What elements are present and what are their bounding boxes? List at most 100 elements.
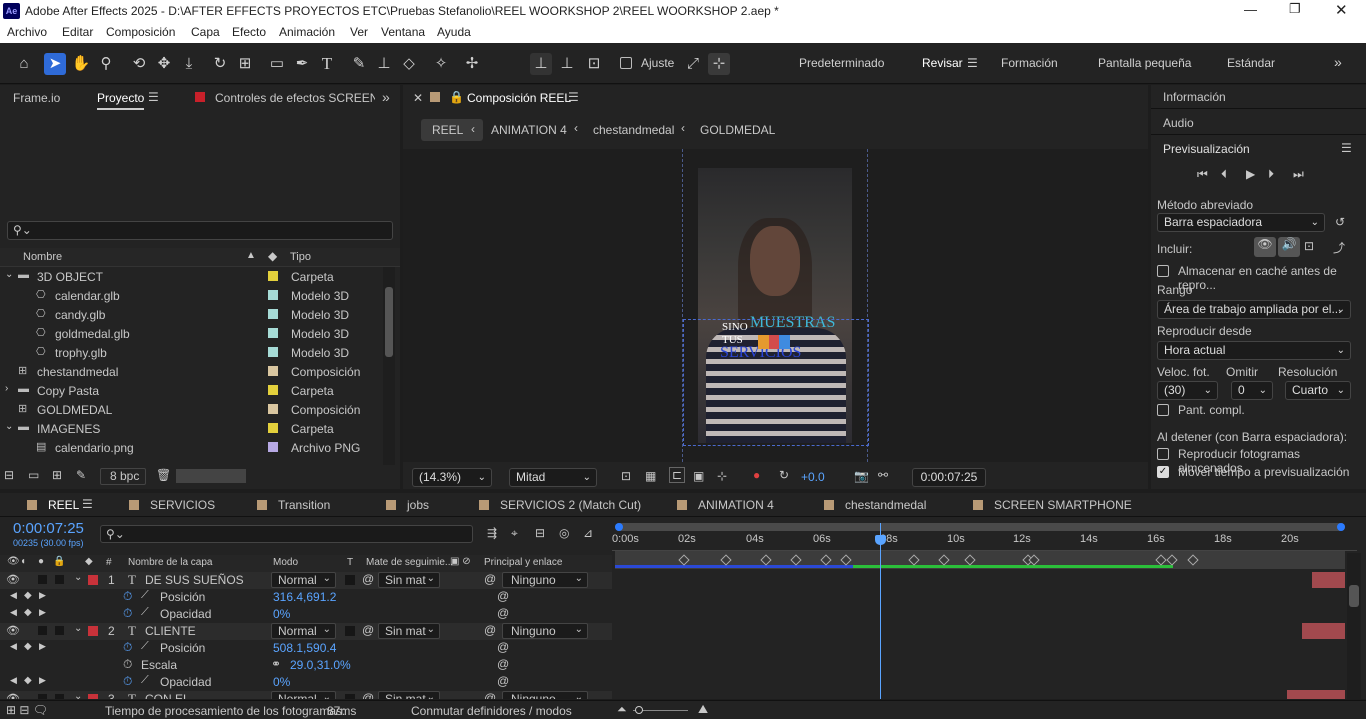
- graph-icon[interactable]: ⟋: [141, 589, 149, 602]
- reset-shortcut-icon[interactable]: ↺: [1335, 215, 1345, 229]
- label-color-swatch[interactable]: [268, 271, 278, 281]
- add-keyframe-icon[interactable]: ◆: [24, 675, 32, 686]
- tab-frameio[interactable]: Frame.io: [13, 91, 60, 105]
- keyframe-marker[interactable]: [938, 554, 950, 566]
- zoom-dropdown[interactable]: (14.3%) ⌄: [412, 468, 492, 487]
- workspace-formacion[interactable]: Formación: [1001, 56, 1058, 70]
- frame-blending-icon[interactable]: ◎: [559, 526, 569, 540]
- parent-pickwhip-icon[interactable]: @: [484, 623, 496, 637]
- property-row[interactable]: ◀ ◆ ▶ ⏱ ⟋ Opacidad 0% @: [0, 674, 612, 691]
- timeline-tab[interactable]: SCREEN SMARTPHONE: [994, 498, 1132, 512]
- project-item[interactable]: ⎔ candy.glb Modelo 3D: [0, 305, 380, 324]
- project-item[interactable]: ⊞ chestandmedal Composición: [0, 362, 380, 381]
- sort-up-icon[interactable]: ▲: [246, 250, 256, 261]
- breadcrumb-goldmedal[interactable]: GOLDMEDAL: [700, 123, 775, 137]
- keyframe-marker[interactable]: [1166, 554, 1178, 566]
- project-item[interactable]: ⌄ ▬ IMAGENES Carpeta: [0, 419, 380, 438]
- include-audio-icon[interactable]: 🔊: [1278, 237, 1300, 257]
- col-nombre[interactable]: Nombre: [23, 251, 62, 263]
- keyframe-marker[interactable]: [720, 554, 732, 566]
- cache-checkbox[interactable]: [1157, 265, 1169, 277]
- timeline-scrollbar[interactable]: [1347, 553, 1361, 699]
- label-color-swatch[interactable]: [268, 309, 278, 319]
- move-time-checkbox[interactable]: ✓: [1157, 466, 1169, 478]
- col-t[interactable]: T: [347, 557, 353, 568]
- text-tool-icon[interactable]: T: [316, 53, 338, 75]
- shortcut-dropdown[interactable]: Barra espaciadora ⌄: [1157, 213, 1325, 232]
- zoom-out-icon[interactable]: ⏶: [617, 702, 627, 717]
- col-mode[interactable]: Modo: [273, 557, 298, 568]
- thumbnail-slider[interactable]: [176, 469, 246, 483]
- property-row[interactable]: ◀ ◆ ▶ ⏱ ⟋ Posición 508.1,590.4 @: [0, 640, 612, 657]
- label-column-icon[interactable]: ◆: [268, 249, 277, 263]
- tab-proyecto[interactable]: Proyecto: [97, 91, 145, 110]
- draft-3d-icon[interactable]: ⌖: [511, 526, 518, 541]
- prev-frame-icon[interactable]: ⏴: [1221, 167, 1227, 182]
- video-switch-icon[interactable]: 👁: [7, 556, 20, 567]
- rectangle-tool-icon[interactable]: ▭: [266, 53, 288, 75]
- region-interest-icon[interactable]: ▣: [693, 469, 704, 483]
- track-matte-dropdown[interactable]: Sin mat ⌄: [378, 623, 440, 639]
- expand-icon[interactable]: ⌄: [5, 269, 13, 280]
- guides-icon[interactable]: ⊹: [717, 469, 727, 483]
- snap-option-icon[interactable]: ⤢: [682, 53, 704, 75]
- property-value[interactable]: 508.1,590.4: [273, 641, 336, 655]
- pickwhip-icon[interactable]: @: [362, 623, 374, 637]
- breadcrumb-reel[interactable]: REEL ‹: [421, 119, 483, 141]
- label-color-swatch[interactable]: [268, 366, 278, 376]
- timeline-tab-menu-icon[interactable]: ☰: [82, 497, 93, 511]
- eye-icon[interactable]: 👁: [6, 573, 20, 586]
- track-matte-dropdown[interactable]: Sin mat ⌄: [378, 691, 440, 699]
- include-video-icon[interactable]: 👁: [1254, 237, 1276, 257]
- comp-lock-icon[interactable]: 🔒: [449, 90, 464, 104]
- snapshot-icon[interactable]: 📷: [854, 469, 869, 483]
- first-frame-icon[interactable]: ⏮: [1197, 167, 1208, 182]
- tab-controles-efectos[interactable]: Controles de efectos SCREEN SMA: [215, 91, 375, 105]
- lock-switch-icon[interactable]: 🔒: [53, 556, 65, 567]
- eraser-tool-icon[interactable]: ◇: [398, 53, 420, 75]
- label-color-swatch[interactable]: [268, 442, 278, 452]
- delete-icon[interactable]: 🗑: [156, 468, 171, 482]
- fps-dropdown[interactable]: (30) ⌄: [1157, 381, 1218, 400]
- add-keyframe-icon[interactable]: ◆: [24, 641, 32, 652]
- next-keyframe-icon[interactable]: ▶: [39, 590, 46, 601]
- next-frame-icon[interactable]: ⏵: [1268, 167, 1274, 182]
- col-track-matte[interactable]: Mate de seguimie...: [366, 557, 453, 568]
- last-frame-icon[interactable]: ⏭: [1293, 167, 1304, 182]
- keyframe-marker[interactable]: [790, 554, 802, 566]
- layer-label-color[interactable]: [88, 694, 98, 699]
- breadcrumb-animation4[interactable]: ANIMATION 4: [491, 123, 567, 137]
- exposure-value[interactable]: +0.0: [801, 470, 825, 484]
- expression-icon[interactable]: @: [497, 674, 509, 688]
- link-icon[interactable]: ⚭: [271, 657, 281, 671]
- info-section[interactable]: Información: [1151, 85, 1366, 109]
- project-item[interactable]: ⊞ GOLDMEDAL Composición: [0, 400, 380, 419]
- menu-ventana[interactable]: Ventana: [381, 25, 425, 39]
- prev-keyframe-icon[interactable]: ◀: [10, 607, 17, 618]
- work-area-bar[interactable]: [615, 523, 1345, 531]
- next-keyframe-icon[interactable]: ▶: [39, 675, 46, 686]
- bpc-button[interactable]: 8 bpc: [100, 468, 146, 485]
- project-item[interactable]: ⎔ trophy.glb Modelo 3D: [0, 343, 380, 362]
- keyframe-marker[interactable]: [908, 554, 920, 566]
- label-color-swatch[interactable]: [268, 290, 278, 300]
- minimize-icon[interactable]: —: [1244, 2, 1257, 17]
- parent-pickwhip-icon[interactable]: @: [484, 572, 496, 586]
- property-row[interactable]: ◀ ◆ ▶ ⏱ ⟋ Opacidad 0% @: [0, 606, 612, 623]
- anchor-tool-icon[interactable]: ⊞: [234, 53, 256, 75]
- timeline-tab[interactable]: jobs: [407, 498, 429, 512]
- comp-tab-menu-icon[interactable]: ☰: [568, 90, 579, 104]
- workspace-pantalla-pequena[interactable]: Pantalla pequeña: [1098, 56, 1191, 70]
- label-header-icon[interactable]: ◆: [85, 556, 93, 567]
- skip-dropdown[interactable]: 0 ⌄: [1231, 381, 1273, 400]
- label-color-swatch[interactable]: [268, 404, 278, 414]
- menu-ver[interactable]: Ver: [350, 25, 368, 39]
- comp-viewer[interactable]: SINO TUS MUESTRAS SERVICIOS: [403, 149, 1148, 462]
- workspace-estandar[interactable]: Estándar: [1227, 56, 1275, 70]
- property-row[interactable]: ◀ ◆ ▶ ⏱ ⟋ Posición 316.4,691.2 @: [0, 589, 612, 606]
- next-keyframe-icon[interactable]: ▶: [39, 641, 46, 652]
- adjust-icon[interactable]: ✎: [76, 468, 86, 482]
- solo-box[interactable]: [38, 694, 47, 699]
- workspace-revisar[interactable]: Revisar: [922, 56, 963, 70]
- preserve-transparency-box[interactable]: [345, 626, 355, 636]
